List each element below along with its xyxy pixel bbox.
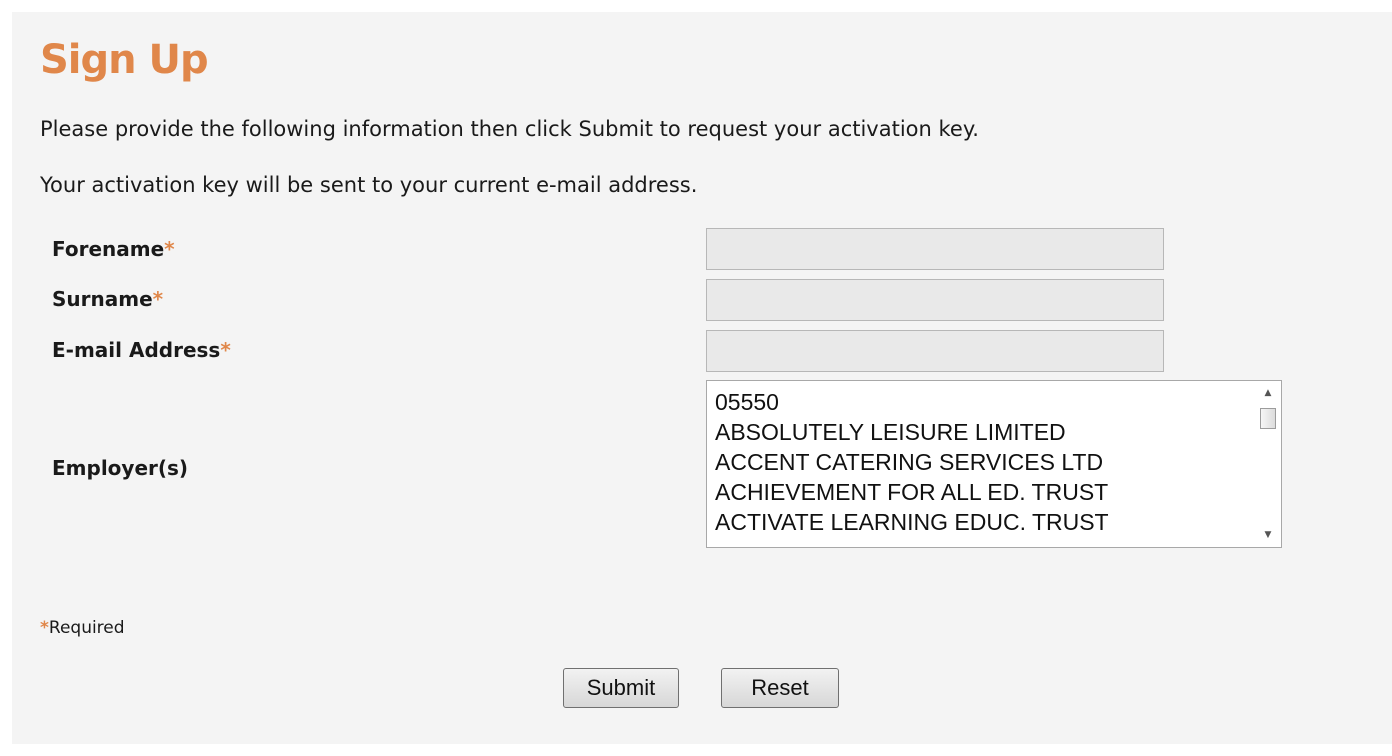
email-label: E-mail Address* xyxy=(52,337,231,363)
reset-button[interactable]: Reset xyxy=(721,668,839,708)
activation-note: Your activation key will be sent to your… xyxy=(40,173,698,197)
surname-label-text: Surname xyxy=(52,287,153,311)
scroll-thumb[interactable] xyxy=(1260,408,1276,429)
employer-option[interactable]: ACTIVATE LEARNING EDUC. TRUST xyxy=(715,507,1253,537)
page: Sign Up Please provide the following inf… xyxy=(0,0,1392,756)
surname-label: Surname* xyxy=(52,286,163,312)
surname-required-marker: * xyxy=(152,287,164,311)
required-note: *Required xyxy=(40,616,125,640)
employer-option[interactable]: ABSOLUTELY LEISURE LIMITED xyxy=(715,417,1253,447)
required-note-text: Required xyxy=(48,618,125,638)
employer-listbox[interactable]: 05550 ABSOLUTELY LEISURE LIMITED ACCENT … xyxy=(706,380,1282,548)
surname-input[interactable] xyxy=(706,279,1164,321)
email-required-marker: * xyxy=(220,338,231,362)
employer-scrollbar[interactable]: ▲ ▼ xyxy=(1255,381,1281,547)
forename-required-marker: * xyxy=(164,237,175,261)
employer-label: Employer(s) xyxy=(52,455,188,481)
page-title: Sign Up xyxy=(40,37,209,83)
forename-label-text: Forename xyxy=(52,237,165,261)
required-note-marker: * xyxy=(40,618,49,638)
email-label-text: E-mail Address xyxy=(52,338,221,362)
employer-option[interactable]: ACCENT CATERING SERVICES LTD xyxy=(715,447,1253,477)
email-input[interactable] xyxy=(706,330,1164,372)
employer-option[interactable]: 05550 xyxy=(715,387,1253,417)
employer-label-text: Employer(s) xyxy=(52,456,189,480)
submit-button[interactable]: Submit xyxy=(563,668,679,708)
intro-text: Please provide the following information… xyxy=(40,117,979,141)
scroll-down-arrow-icon[interactable]: ▼ xyxy=(1255,525,1281,545)
forename-input[interactable] xyxy=(706,228,1164,270)
employer-option[interactable]: ACHIEVEMENT FOR ALL ED. TRUST xyxy=(715,477,1253,507)
scroll-up-arrow-icon[interactable]: ▲ xyxy=(1255,383,1281,403)
employer-options: 05550 ABSOLUTELY LEISURE LIMITED ACCENT … xyxy=(715,387,1253,547)
forename-label: Forename* xyxy=(52,236,175,262)
